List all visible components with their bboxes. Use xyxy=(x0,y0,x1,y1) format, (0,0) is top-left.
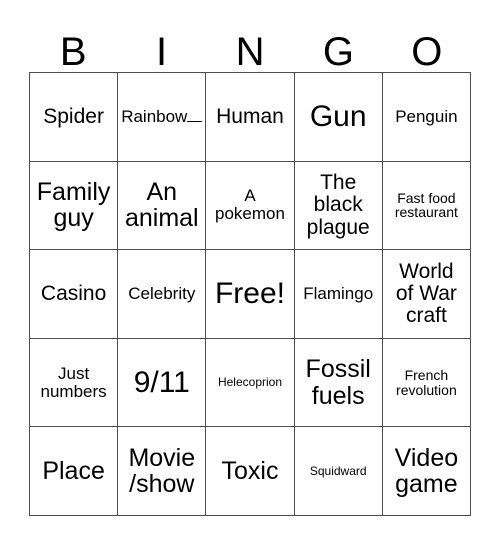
bingo-cell-label: Human xyxy=(216,104,284,128)
bingo-header-letter-n: N xyxy=(235,30,265,74)
bingo-cell-r5-c1[interactable]: Place xyxy=(30,427,119,516)
bingo-cell-label: Family guy xyxy=(36,177,111,233)
bingo-header-letter-o: O xyxy=(411,30,443,74)
bingo-cell-label: Place xyxy=(42,456,105,485)
bingo-cell-label: Penguin xyxy=(395,106,458,126)
bingo-cell-label: Gun xyxy=(309,99,367,133)
bingo-header-letter-g: G xyxy=(322,30,354,74)
bingo-card: B I N G O Spider Rainbow Human Gun Penguin Family… xyxy=(0,0,500,544)
bingo-header-row: BINGO xyxy=(29,22,471,72)
bingo-cell-label: An animal xyxy=(124,177,199,233)
bingo-cell-label: A pokemon xyxy=(215,186,285,224)
bingo-cell-r2-c4[interactable]: The black plague xyxy=(294,161,383,251)
bingo-cell-label: Celebrity xyxy=(128,283,196,303)
bingo-cell-r1-c4[interactable]: Gun xyxy=(294,73,383,162)
bingo-cell-label: Squidward xyxy=(309,463,367,478)
bingo-cell-label: Toxic xyxy=(221,456,279,485)
bingo-cell-r4-c5[interactable]: French revolution xyxy=(382,338,471,428)
bingo-cell-label: Spider xyxy=(43,104,104,128)
bingo-cell-label: The black plague xyxy=(306,171,370,239)
bingo-cell-label: Free! xyxy=(214,277,285,311)
bingo-cell-label: Helecoprion xyxy=(217,375,283,390)
bingo-grid: Spider Rainbow Human Gun Penguin Family guy An… xyxy=(29,72,471,516)
bingo-cell-label: World of War craft xyxy=(395,259,457,328)
bingo-cell-r1-c1[interactable]: Spider xyxy=(30,73,119,162)
bingo-cell-r5-c4[interactable]: Squidward xyxy=(294,427,383,516)
bingo-cell-label: Flamingo xyxy=(303,283,374,303)
fill-in-blank-line xyxy=(187,120,203,122)
bingo-cell-r2-c5[interactable]: Fast food restaurant xyxy=(382,161,471,251)
bingo-cell-r2-c1[interactable]: Family guy xyxy=(30,161,119,251)
bingo-cell-label: Just numbers xyxy=(40,363,107,401)
bingo-free-space[interactable]: Free! xyxy=(206,250,295,339)
bingo-cell-label: Fossil fuels xyxy=(305,355,371,410)
bingo-cell-r3-c5[interactable]: World of War craft xyxy=(382,250,471,339)
bingo-cell-r1-c2[interactable]: Rainbow xyxy=(118,73,207,162)
bingo-cell-r5-c5[interactable]: Video game xyxy=(382,427,471,516)
bingo-cell-r1-c3[interactable]: Human xyxy=(206,73,295,162)
bingo-cell-r1-c5[interactable]: Penguin xyxy=(382,73,471,162)
bingo-cell-label: Movie /show xyxy=(128,443,196,499)
bingo-header-letter-b: B xyxy=(59,30,87,74)
bingo-cell-r4-c4[interactable]: Fossil fuels xyxy=(294,338,383,428)
bingo-header-letter-i: I xyxy=(156,30,168,74)
bingo-cell-label: 9/11 xyxy=(133,365,190,399)
bingo-cell-r3-c2[interactable]: Celebrity xyxy=(118,250,207,339)
bingo-cell-r4-c1[interactable]: Just numbers xyxy=(30,338,119,428)
bingo-cell-r3-c1[interactable]: Casino xyxy=(30,250,119,339)
bingo-cell-r5-c3[interactable]: Toxic xyxy=(206,427,295,516)
bingo-cell-label: Casino xyxy=(40,281,107,305)
bingo-cell-r4-c3[interactable]: Helecoprion xyxy=(206,338,295,428)
bingo-cell-label: French revolution xyxy=(396,366,457,398)
bingo-cell-label: Fast food restaurant xyxy=(394,189,458,221)
bingo-cell-r5-c2[interactable]: Movie /show xyxy=(118,427,207,516)
bingo-cell-r2-c2[interactable]: An animal xyxy=(118,161,207,251)
bingo-cell-r4-c2[interactable]: 9/11 xyxy=(118,338,207,428)
bingo-cell-r2-c3[interactable]: A pokemon xyxy=(206,161,295,251)
bingo-cell-label: Rainbow xyxy=(121,107,188,127)
bingo-cell-label: Video game xyxy=(394,443,459,499)
bingo-cell-r3-c4[interactable]: Flamingo xyxy=(294,250,383,339)
